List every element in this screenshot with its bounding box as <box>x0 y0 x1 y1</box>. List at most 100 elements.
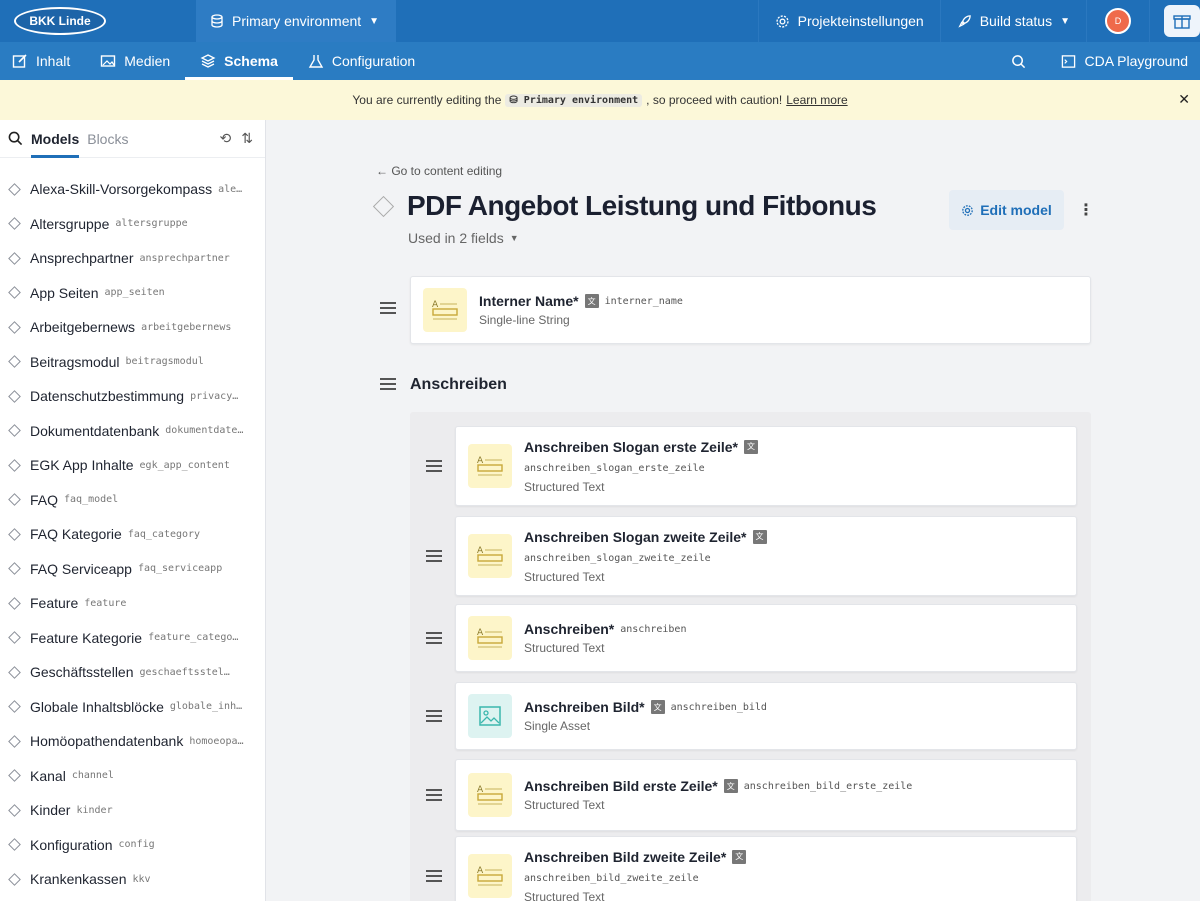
banner-env-code: ⛁ Primary environment <box>505 93 643 107</box>
list-item[interactable]: Beitragsmodul beitragsmodul <box>0 345 265 380</box>
more-options-icon[interactable]: ⋮ <box>1078 200 1094 220</box>
nav-label: Medien <box>124 53 171 69</box>
field-card[interactable]: Anschreiben Bild* 文 anschreiben_bild Single… <box>455 682 1077 750</box>
logo-area[interactable]: BKK Linde <box>0 0 196 42</box>
build-status-button[interactable]: Build status ▼ <box>939 0 1086 42</box>
list-item[interactable]: App Seiten app_seiten <box>0 276 265 311</box>
list-item[interactable]: Arbeitgebernews arbeitgebernews <box>0 310 265 345</box>
drag-handle-icon[interactable] <box>426 870 444 882</box>
list-item[interactable]: Ansprechpartner ansprechpartner <box>0 241 265 276</box>
list-item[interactable]: Alexa-Skill-Vorsorgekompass ale… <box>0 172 265 207</box>
list-item[interactable]: EGK App Inhalte egk_app_content <box>0 448 265 483</box>
back-to-content-link[interactable]: ← Go to content editing <box>376 164 502 178</box>
nav-configuration[interactable]: Configuration <box>293 42 430 80</box>
localization-icon: 文 <box>732 849 747 864</box>
nav-schema[interactable]: Schema <box>185 42 293 80</box>
field-card[interactable]: A Anschreiben Bild erste Zeile* 文 anschreib… <box>455 759 1077 831</box>
nav-label: Inhalt <box>36 53 71 69</box>
field-name: Anschreiben Slogan zweite Zeile* <box>524 528 747 545</box>
list-item[interactable]: FAQ Serviceapp faq_serviceapp <box>0 552 265 587</box>
gift-button[interactable] <box>1149 0 1200 42</box>
model-name: Altersgruppe <box>30 215 110 232</box>
model-diamond-icon <box>8 631 21 645</box>
model-name: Dokumentdatenbank <box>30 422 160 439</box>
drag-handle-icon[interactable] <box>426 789 444 801</box>
list-item[interactable]: Feature feature <box>0 586 265 621</box>
list-item[interactable]: Krankenkassen kkv <box>0 862 265 897</box>
model-api-key: config <box>118 839 155 851</box>
nav-medien[interactable]: Medien <box>85 42 185 80</box>
drag-handle-icon[interactable] <box>426 550 444 562</box>
model-api-key: ale… <box>218 183 243 195</box>
avatar-button[interactable]: D <box>1086 0 1149 42</box>
drag-handle-icon[interactable] <box>380 302 398 314</box>
tab-models[interactable]: Models <box>31 120 80 158</box>
field-api-key: interner_name <box>604 295 683 307</box>
environment-warning-banner: You are currently editing the ⛁ Primary … <box>0 80 1200 120</box>
field-card[interactable]: A Anschreiben Bild zweite Zeile* 文 anschrei… <box>455 836 1077 901</box>
model-diamond-icon <box>8 596 21 610</box>
list-item[interactable]: Konfiguration config <box>0 828 265 863</box>
learn-more-link[interactable]: Learn more <box>786 93 847 107</box>
field-api-key: anschreiben_slogan_zweite_zeile <box>524 552 711 564</box>
model-diamond-icon <box>8 872 21 886</box>
banner-prefix: You are currently editing the <box>352 93 502 107</box>
environment-selector[interactable]: Primary environment ▼ <box>196 0 396 42</box>
search-icon[interactable] <box>8 131 23 146</box>
sidebar-tools: ⟲ ⇅ <box>220 130 257 147</box>
field-name: Anschreiben* <box>524 621 615 637</box>
model-diamond-icon <box>8 458 21 472</box>
main-content: ← Go to content editing PDF Angebot Leis… <box>266 120 1200 901</box>
search-button[interactable] <box>996 42 1046 80</box>
nav-label: Schema <box>224 53 278 69</box>
field-api-key: anschreiben_bild_erste_zeile <box>743 780 913 792</box>
drag-handle-icon[interactable] <box>426 632 444 644</box>
list-item[interactable]: FAQ faq_model <box>0 483 265 518</box>
field-card[interactable]: A Anschreiben Slogan erste Zeile* 文 anschre… <box>455 426 1077 506</box>
list-item[interactable]: Altersgruppe altersgruppe <box>0 207 265 242</box>
edit-model-button[interactable]: Edit model <box>949 190 1064 230</box>
field-card[interactable]: A Anschreiben* anschreiben Structured Text <box>455 604 1077 672</box>
field-type: Single Asset <box>524 719 591 733</box>
tab-blocks[interactable]: Blocks <box>87 120 128 158</box>
model-diamond-icon <box>8 389 21 403</box>
used-in-dropdown[interactable]: Used in 2 fields ▼ <box>408 230 519 246</box>
image-icon <box>101 55 116 67</box>
field-api-key: anschreiben_bild <box>670 701 767 713</box>
history-icon[interactable]: ⟲ <box>220 130 232 147</box>
model-diamond-icon <box>8 493 21 507</box>
list-item[interactable]: Dokumentdatenbank dokumentdate… <box>0 414 265 449</box>
gear-icon <box>962 204 974 216</box>
list-item[interactable]: Feature Kategorie feature_category <box>0 621 265 656</box>
drag-handle-icon[interactable] <box>380 378 398 390</box>
field-card[interactable]: A Anschreiben Slogan zweite Zeile* 文 anschr… <box>455 516 1077 596</box>
model-diamond-icon <box>8 424 21 438</box>
model-name: Alexa-Skill-Vorsorgekompass <box>30 181 213 198</box>
layers-icon <box>200 54 216 68</box>
list-item[interactable]: FAQ Kategorie faq_category <box>0 517 265 552</box>
project-settings-button[interactable]: Projekteinstellungen <box>757 0 940 42</box>
list-item[interactable]: Globale Inhaltsblöcke globale_inh… <box>0 690 265 725</box>
field-info: Anschreiben Bild* 文 anschreiben_bild Single… <box>524 699 767 733</box>
list-item[interactable]: Datenschutzbestimmung privacy… <box>0 379 265 414</box>
sort-icon[interactable]: ⇅ <box>241 130 253 147</box>
list-item[interactable]: Geschäftsstellen geschaeftsstellen <box>0 655 265 690</box>
close-icon[interactable]: ✕ <box>1178 91 1190 108</box>
used-in-label: Used in 2 fields <box>408 230 504 246</box>
list-item[interactable]: Homöopathendatenbank homoeopa… <box>0 724 265 759</box>
list-item[interactable]: Kinder kinder <box>0 793 265 828</box>
model-api-key: arbeitgebernews <box>141 321 232 333</box>
drag-handle-icon[interactable] <box>426 710 444 722</box>
field-card-interner-name[interactable]: A Interner Name* 文 interner_name Single-… <box>410 276 1091 344</box>
image-field-icon <box>468 694 512 738</box>
model-diamond-icon <box>8 320 21 334</box>
drag-handle-icon[interactable] <box>426 460 444 472</box>
environment-label: Primary environment <box>232 13 362 29</box>
nav-inhalt[interactable]: Inhalt <box>0 42 85 80</box>
cda-playground-button[interactable]: CDA Playground <box>1046 42 1200 80</box>
model-name: Homöopathendatenbank <box>30 733 184 750</box>
bkk-logo[interactable]: BKK Linde <box>14 7 106 35</box>
list-item[interactable]: Kanal channel <box>0 759 265 794</box>
avatar: D <box>1105 8 1131 34</box>
model-diamond-icon <box>8 838 21 852</box>
